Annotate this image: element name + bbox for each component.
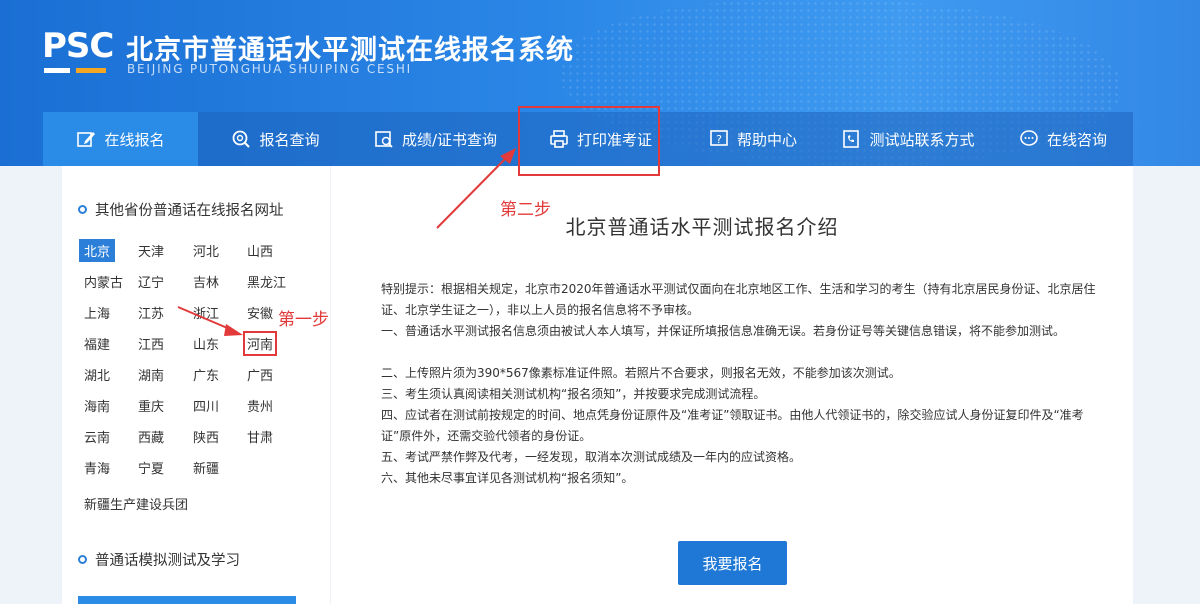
province-link[interactable]: 云南 — [84, 427, 110, 446]
province-link[interactable]: 江苏 — [138, 303, 164, 322]
nav-label: 在线咨询 — [1046, 130, 1107, 149]
province-link[interactable]: 广西 — [247, 365, 273, 384]
province-link[interactable]: 上海 — [84, 303, 110, 322]
nav-item-contact[interactable]: 测试站联系方式 — [823, 112, 993, 166]
province-link[interactable]: 青海 — [84, 458, 110, 477]
notice-paragraph: 特别提示：根据相关规定，北京市2020年普通话水平测试仅面向在北京地区工作、生活… — [381, 282, 1096, 317]
province-link[interactable]: 湖南 — [138, 365, 164, 384]
province-link[interactable]: 陕西 — [193, 427, 219, 446]
notice-paragraph: 二、上传照片须为390*567像素标准证件照。若照片不合要求，则报名无效，不能参… — [381, 366, 901, 380]
notice-paragraph: 一、普通话水平测试报名信息须由被试人本人填写，并保证所填报信息准确无误。若身份证… — [381, 324, 1066, 338]
nav-label: 在线报名 — [104, 130, 165, 149]
signup-button[interactable]: 我要报名 — [678, 541, 787, 585]
intro-title: 北京普通话水平测试报名介绍 — [565, 215, 839, 239]
phone-book-icon — [843, 130, 860, 148]
province-link[interactable]: 广东 — [193, 365, 219, 384]
sidebar: 其他省份普通话在线报名网址 北京 天津 河北 山西内蒙古 辽宁 吉林 黑龙江上海 江苏 浙江 安徽… — [62, 166, 330, 604]
province-link[interactable]: 黑龙江 — [247, 272, 286, 291]
circle-bullet-icon — [78, 555, 87, 564]
certificate-search-icon — [375, 131, 393, 148]
nav-label: 报名查询 — [259, 130, 320, 149]
logo-bar-white — [44, 68, 70, 73]
province-link[interactable]: 浙江 — [193, 303, 219, 322]
province-link[interactable]: 贵州 — [247, 396, 273, 415]
province-link[interactable]: 宁夏 — [138, 458, 164, 477]
notice-paragraph: 三、考生须认真阅读相关测试机构“报名须知”，并按要求完成测试流程。 — [381, 387, 766, 401]
notice-paragraph: 四、应试者在测试前按规定的时间、地点凭身份证原件及“准考证”领取证书。由他人代领… — [381, 408, 1084, 443]
nav-item-online-signup[interactable]: 在线报名 — [43, 112, 198, 166]
annotation-step2: 第二步 — [500, 200, 551, 220]
province-link[interactable]: 山东 — [193, 334, 219, 353]
province-link[interactable]: 安徽 — [247, 303, 273, 322]
province-link[interactable]: 海南 — [84, 396, 110, 415]
province-link[interactable]: 山西 — [247, 241, 273, 260]
province-link[interactable]: 河北 — [193, 241, 219, 260]
province-link[interactable]: 天津 — [138, 241, 164, 260]
main-content: 北京普通话水平测试报名介绍 特别提示：根据相关规定，北京市2020年普通话水平测… — [331, 166, 1133, 604]
province-link[interactable]: 辽宁 — [138, 272, 164, 291]
help-icon: ? — [710, 130, 728, 146]
province-link[interactable]: 内蒙古 — [84, 272, 123, 291]
annotation-step1: 第一步 — [278, 310, 329, 330]
nav-item-score-query[interactable]: 成绩/证书查询 — [353, 112, 518, 166]
sidebar-heading: 其他省份普通话在线报名网址 — [78, 199, 284, 220]
province-link[interactable]: 重庆 — [138, 396, 164, 415]
notice-paragraph: 五、考试严禁作弊及代考，一经发现，取消本次测试成绩及一年内的应试资格。 — [381, 450, 802, 464]
edit-icon — [77, 132, 96, 147]
nav-item-online-consult[interactable]: 在线咨询 — [993, 112, 1133, 166]
sidebar-heading-simulation: 普通话模拟测试及学习 — [78, 549, 240, 570]
logo-bar-orange — [76, 68, 106, 73]
province-link[interactable]: 福建 — [84, 334, 110, 353]
province-link[interactable]: 北京 — [79, 239, 116, 262]
highlight-box-print — [518, 106, 660, 176]
chat-icon — [1020, 130, 1038, 146]
province-link[interactable]: 江西 — [138, 334, 164, 353]
psc-logo[interactable]: PSC — [42, 26, 114, 78]
province-link[interactable]: 湖北 — [84, 365, 110, 384]
site-subtitle: BEIJING PUTONGHUA SHUIPING CESHI — [127, 62, 412, 76]
province-link[interactable]: 河南 — [243, 331, 278, 356]
simulation-banner[interactable] — [78, 596, 296, 604]
nav-label: 测试站联系方式 — [869, 130, 975, 149]
province-link-xinjiang-corps[interactable]: 新疆生产建设兵团 — [84, 494, 188, 513]
circle-bullet-icon — [78, 205, 87, 214]
nav-label: 帮助中心 — [736, 130, 797, 149]
nav-label: 成绩/证书查询 — [401, 130, 498, 149]
province-link[interactable]: 西藏 — [138, 427, 164, 446]
province-link[interactable]: 甘肃 — [247, 427, 273, 446]
province-link[interactable]: 吉林 — [193, 272, 219, 291]
nav-item-help-center[interactable]: ? 帮助中心 — [683, 112, 823, 166]
province-link[interactable]: 四川 — [193, 396, 219, 415]
search-icon — [233, 130, 251, 148]
logo-text: PSC — [42, 26, 114, 66]
nav-item-signup-query[interactable]: 报名查询 — [198, 112, 353, 166]
province-link[interactable]: 新疆 — [193, 458, 219, 477]
notice-paragraph: 六、其他未尽事宜详见各测试机构“报名须知”。 — [381, 471, 634, 485]
svg-text:?: ? — [716, 133, 722, 146]
